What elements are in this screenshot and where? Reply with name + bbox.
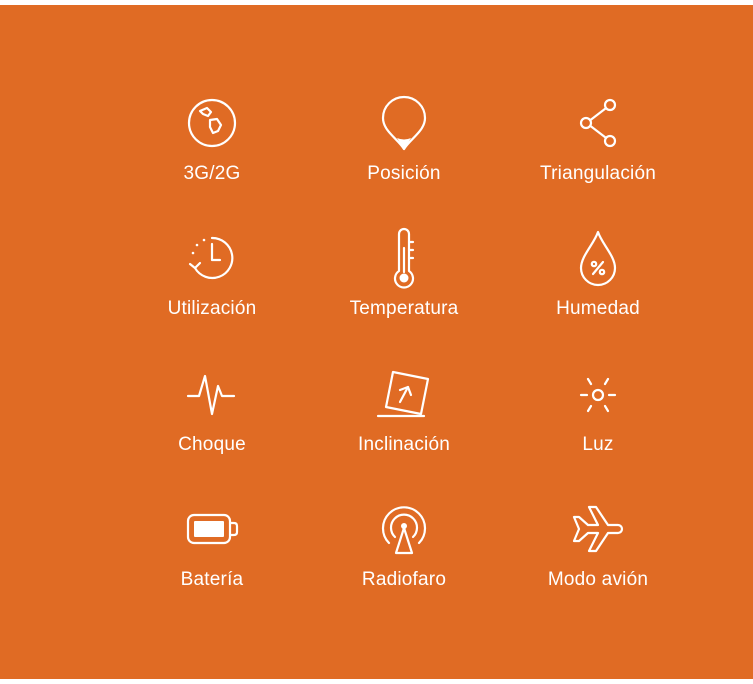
clock-history-icon bbox=[188, 236, 234, 280]
feature-label: 3G/2G bbox=[183, 163, 241, 184]
globe-icon bbox=[187, 98, 237, 148]
battery-icon bbox=[186, 513, 239, 545]
feature-modo-avion: Modo avión bbox=[498, 497, 698, 617]
feature-utilizacion: Utilización bbox=[112, 226, 312, 346]
airplane-icon bbox=[572, 505, 624, 553]
feature-label: Luz bbox=[582, 434, 614, 455]
feature-posicion: Posición bbox=[304, 91, 504, 211]
feature-label: Utilización bbox=[167, 298, 257, 319]
feature-label: Triangulación bbox=[540, 163, 656, 184]
feature-label: Temperatura bbox=[349, 298, 459, 319]
thermometer-icon bbox=[393, 227, 415, 289]
feature-label: Modo avión bbox=[547, 569, 649, 590]
tilt-box-icon bbox=[376, 370, 430, 418]
share-nodes-icon bbox=[579, 98, 617, 148]
feature-humedad: Humedad bbox=[498, 226, 698, 346]
feature-luz: Luz bbox=[498, 362, 698, 482]
location-pin-icon bbox=[381, 95, 427, 151]
feature-label: Batería bbox=[180, 569, 244, 590]
feature-label: Choque bbox=[178, 434, 246, 455]
feature-label: Posición bbox=[367, 163, 441, 184]
humidity-drop-icon bbox=[579, 230, 617, 287]
feature-radiofaro: Radiofaro bbox=[304, 497, 504, 617]
feature-triangulacion: Triangulación bbox=[498, 91, 698, 211]
feature-label: Humedad bbox=[556, 298, 640, 319]
feature-temperatura: Temperatura bbox=[304, 226, 504, 346]
pulse-icon bbox=[186, 374, 236, 416]
sun-icon bbox=[579, 377, 617, 413]
feature-inclinacion: Inclinación bbox=[304, 362, 504, 482]
feature-bateria: Batería bbox=[112, 497, 312, 617]
beacon-icon bbox=[381, 506, 427, 555]
feature-3g-2g: 3G/2G bbox=[112, 91, 312, 211]
feature-label: Inclinación bbox=[358, 434, 450, 455]
feature-label: Radiofaro bbox=[361, 569, 447, 590]
features-panel: 3G/2G Posición Triangulación Utilización bbox=[0, 5, 753, 679]
feature-choque: Choque bbox=[112, 362, 312, 482]
